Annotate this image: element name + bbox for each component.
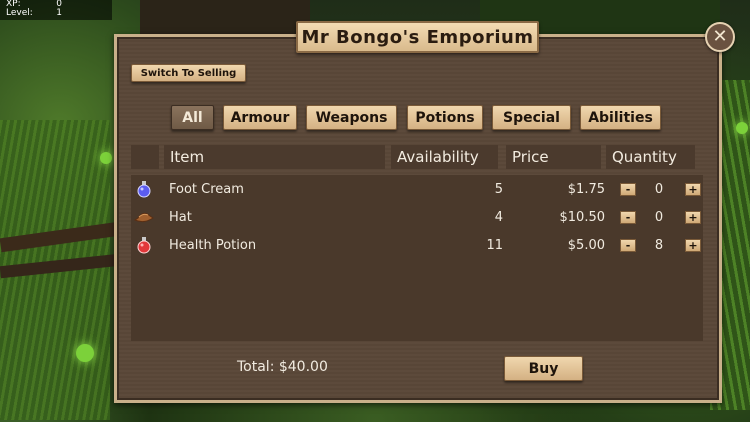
item-price: $10.50: [559, 209, 606, 225]
increase-quantity-button[interactable]: +: [685, 239, 701, 252]
tab-abilities[interactable]: Abilities: [580, 105, 661, 130]
tab-weapons[interactable]: Weapons: [306, 105, 397, 130]
item-availability: 11: [486, 237, 503, 253]
glowing-orb: [76, 344, 94, 362]
blue-potion-icon: [134, 177, 154, 201]
item-quantity: 0: [654, 209, 664, 225]
item-availability: 4: [494, 209, 503, 225]
tab-all[interactable]: All: [171, 105, 214, 130]
total-price: Total: $40.00: [237, 359, 328, 375]
tab-potions[interactable]: Potions: [407, 105, 483, 130]
item-availability: 5: [494, 181, 503, 197]
shop-title: Mr Bongo's Emporium: [296, 21, 539, 53]
availability-column-header: Availability: [391, 145, 498, 169]
table-header: Item Availability Price Quantity: [0, 145, 750, 169]
item-quantity: 0: [654, 181, 664, 197]
item-list: Foot Cream 5 $1.75 - 0 + Hat 4 $10.50 - …: [131, 175, 703, 341]
tab-armour[interactable]: Armour: [223, 105, 297, 130]
tab-special[interactable]: Special: [492, 105, 571, 130]
table-row[interactable]: Health Potion 11 $5.00 - 8 +: [131, 233, 703, 257]
item-name: Hat: [169, 209, 192, 225]
player-stats-hud: XP: 0 Level: 1: [0, 0, 112, 20]
price-column-header: Price: [506, 145, 601, 169]
increase-quantity-button[interactable]: +: [685, 211, 701, 224]
red-potion-icon: [134, 233, 154, 257]
table-row[interactable]: Foot Cream 5 $1.75 - 0 +: [131, 177, 703, 201]
level-label: Level:: [6, 8, 33, 18]
item-quantity: 8: [654, 237, 664, 253]
item-column-header: Item: [164, 145, 385, 169]
item-name: Foot Cream: [169, 181, 244, 197]
quantity-column-header: Quantity: [606, 145, 695, 169]
decrease-quantity-button[interactable]: -: [620, 239, 636, 252]
switch-to-selling-button[interactable]: Switch To Selling: [131, 64, 246, 82]
wooden-structure: [140, 0, 310, 34]
level-row: Level: 1: [6, 9, 62, 18]
level-value: 1: [56, 8, 62, 18]
buy-button[interactable]: Buy: [504, 356, 583, 381]
item-name: Health Potion: [169, 237, 257, 253]
fence-rail: [0, 253, 121, 279]
fence-rail: [0, 221, 121, 253]
decrease-quantity-button[interactable]: -: [620, 211, 636, 224]
decrease-quantity-button[interactable]: -: [620, 183, 636, 196]
increase-quantity-button[interactable]: +: [685, 183, 701, 196]
item-price: $1.75: [567, 181, 605, 197]
item-price: $5.00: [567, 237, 605, 253]
hat-icon: [134, 205, 154, 229]
icon-column-header: [131, 145, 159, 169]
glowing-orb: [736, 122, 748, 134]
table-row[interactable]: Hat 4 $10.50 - 0 +: [131, 205, 703, 229]
close-button[interactable]: ✕: [705, 22, 735, 52]
